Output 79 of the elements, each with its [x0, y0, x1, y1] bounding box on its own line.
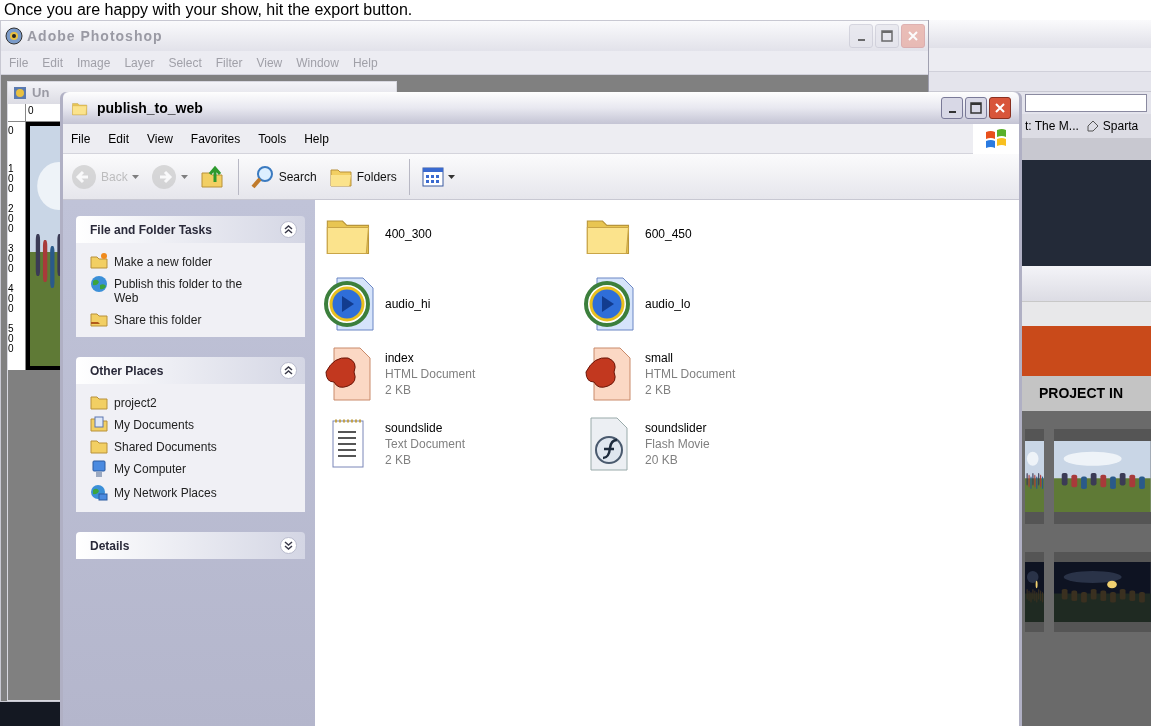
panel-header[interactable]: File and Folder Tasks [76, 216, 305, 243]
photo-card[interactable] [1025, 429, 1045, 524]
task-link[interactable]: Make a new folder [90, 253, 297, 269]
movie-entry[interactable]: soundslider Flash Movie 20 KB [581, 411, 841, 477]
maximize-icon [881, 30, 893, 42]
text-document-entry[interactable]: soundslide Text Document 2 KB [321, 411, 581, 477]
folder-icon [90, 394, 108, 410]
html-file-icon [584, 346, 634, 402]
menu-item[interactable]: Edit [108, 129, 130, 148]
flash-file-icon [587, 416, 631, 472]
ruler-label: 500 [8, 324, 15, 356]
close-icon [907, 30, 919, 42]
menu-item[interactable]: View [147, 129, 173, 148]
web-page-entry[interactable]: small HTML Document 2 KB [581, 341, 841, 407]
globe-icon [90, 275, 108, 293]
ruler-label: 0 [27, 104, 34, 118]
document-folder-icon [90, 416, 108, 432]
media-file-icon [323, 276, 375, 332]
folder-icon [90, 438, 108, 454]
ruler-label: 100 [8, 164, 15, 196]
ruler-label: 0 [8, 124, 15, 138]
close-icon [994, 102, 1006, 114]
address-field[interactable] [1025, 94, 1147, 112]
folder-entry[interactable]: 400_300 [321, 201, 581, 267]
tag-icon [1086, 120, 1099, 132]
menu-item[interactable]: Favorites [190, 129, 241, 148]
link-button[interactable]: t: The M... [1025, 117, 1079, 135]
task-link[interactable]: project2 [90, 394, 297, 410]
close-button[interactable] [989, 97, 1011, 119]
new-folder-icon [90, 253, 108, 269]
menu-item[interactable]: Help [304, 129, 329, 148]
collapse-icon[interactable] [280, 362, 297, 379]
link-button[interactable]: Sparta [1086, 117, 1139, 135]
minimize-button[interactable] [941, 97, 963, 119]
ruler-label: 300 [8, 244, 15, 276]
window-title: publish_to_web [97, 98, 203, 118]
caret-icon [131, 174, 139, 179]
html-file-icon [324, 346, 374, 402]
audio-entry[interactable]: audio_lo [581, 271, 841, 337]
ruler-label: 400 [8, 284, 15, 316]
folders-button[interactable]: Folders [324, 158, 401, 195]
ruler-label: 200 [8, 204, 15, 236]
task-link[interactable]: My Computer [90, 460, 297, 478]
panel-header[interactable]: Details [76, 532, 305, 559]
search-icon [250, 164, 275, 189]
folder-entry[interactable]: 600_450 [581, 201, 841, 267]
task-link[interactable]: My Documents [90, 416, 297, 432]
up-folder-icon [199, 163, 226, 190]
menu-item[interactable]: Tools [258, 129, 287, 148]
minimize-icon [857, 39, 865, 41]
caret-icon [447, 174, 455, 179]
web-page-entry[interactable]: index HTML Document 2 KB [321, 341, 581, 407]
menu-item[interactable]: File [71, 129, 91, 148]
computer-icon [91, 460, 107, 478]
nav-heading[interactable]: PROJECT IN [1039, 383, 1123, 404]
maximize-button[interactable] [965, 97, 987, 119]
media-file-icon [583, 276, 635, 332]
panel-header[interactable]: Other Places [76, 357, 305, 384]
maximize-icon [970, 102, 982, 114]
task-link[interactable]: Publish this folder to the Web [90, 275, 297, 305]
caret-icon [180, 174, 188, 179]
network-icon [90, 484, 108, 502]
shared-folder-icon [90, 311, 108, 327]
app-icon [5, 27, 23, 45]
collapse-icon[interactable] [280, 221, 297, 238]
task-link[interactable]: Shared Documents [90, 438, 297, 454]
caption-text: Once you are happy with your show, hit the export button. [4, 0, 414, 19]
flag-logo-icon [985, 128, 1007, 149]
expand-icon[interactable] [280, 537, 297, 554]
audio-entry[interactable]: audio_hi [321, 271, 581, 337]
views-icon [421, 166, 444, 187]
task-link[interactable]: Share this folder [90, 311, 297, 327]
document-title: Un [32, 84, 50, 103]
photo-card[interactable] [1054, 429, 1151, 524]
search-button[interactable]: Search [246, 158, 321, 195]
photo-card[interactable] [1025, 552, 1045, 632]
document-icon [12, 85, 28, 101]
window-title: Adobe Photoshop [27, 26, 163, 46]
task-link[interactable]: My Network Places [90, 484, 297, 502]
